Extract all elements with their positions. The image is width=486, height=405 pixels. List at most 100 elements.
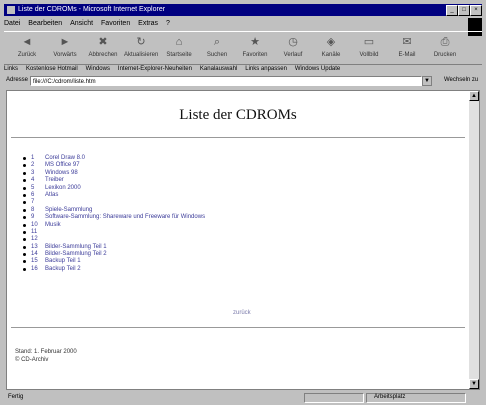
address-label: Adresse xyxy=(6,77,29,83)
list-item: 14 Bilder-Sammlung Teil 2 xyxy=(23,251,205,258)
list-item: 6 Atlas xyxy=(23,192,205,199)
menu-tools[interactable]: Extras xyxy=(138,18,158,30)
bullet-icon xyxy=(23,223,26,227)
bullet-icon xyxy=(23,260,26,264)
refresh-button[interactable]: ↻ Aktualisieren xyxy=(124,34,158,62)
list-item-link[interactable]: Corel Draw 8.0 xyxy=(45,155,85,161)
list-item-link[interactable]: Backup Teil 2 xyxy=(45,266,81,272)
bullet-icon xyxy=(23,179,26,183)
links-bar: Links Kostenlose Hotmail Windows Interne… xyxy=(4,64,482,74)
list-item: 8 Spiele-Sammlung xyxy=(23,207,205,214)
fullscreen-button[interactable]: ▭ Vollbild xyxy=(352,34,386,62)
bullet-icon xyxy=(23,238,26,242)
menu-file[interactable]: Datei xyxy=(4,18,20,30)
close-button[interactable]: × xyxy=(470,5,482,16)
status-bar: Fertig Arbeitsplatz xyxy=(4,393,482,403)
bullet-icon xyxy=(23,253,26,257)
page-content: ▲ ▼ Liste der CDROMs 1 Corel Draw 8.0 2 MS… xyxy=(6,90,480,390)
link-hotmail[interactable]: Kostenlose Hotmail xyxy=(26,64,78,74)
address-bar: Adresse file:///C:/cdrom/liste.htm ▼ Wec… xyxy=(4,75,482,88)
home-icon: ⌂ xyxy=(175,36,183,48)
list-item: 12 xyxy=(23,236,205,243)
menu-favorites[interactable]: Favoriten xyxy=(101,18,130,30)
title-bar[interactable]: Liste der CDROMs - Microsoft Internet Ex… xyxy=(4,4,482,16)
back-button[interactable]: ◄ Zurück xyxy=(10,34,44,62)
bullet-icon xyxy=(23,193,26,197)
zone-text: Arbeitsplatz xyxy=(374,394,406,400)
divider-bottom xyxy=(11,327,465,329)
divider-top xyxy=(11,137,465,139)
fullscreen-icon: ▭ xyxy=(363,36,375,48)
go-button[interactable]: Wechseln zu xyxy=(444,77,478,83)
bullet-icon xyxy=(23,157,26,160)
list-item-link[interactable]: Atlas xyxy=(45,192,58,198)
list-item-link[interactable]: Lexikon 2000 xyxy=(45,185,81,191)
window-title: Liste der CDROMs - Microsoft Internet Ex… xyxy=(18,6,166,13)
footer-date: Stand: 1. Februar 2000 xyxy=(15,349,77,355)
list-item: 5 Lexikon 2000 xyxy=(23,185,205,192)
mail-icon: ✉ xyxy=(402,36,412,48)
list-item-link[interactable]: Treiber xyxy=(45,177,64,183)
address-dropdown-icon[interactable]: ▼ xyxy=(422,76,432,86)
status-pane xyxy=(304,393,364,403)
channels-icon: ◈ xyxy=(326,36,336,48)
list-item-link[interactable]: Musik xyxy=(45,222,61,228)
menu-bar: Datei Bearbeiten Ansicht Favoriten Extra… xyxy=(4,18,464,30)
list-item: 4 Treiber xyxy=(23,177,205,184)
list-item-link[interactable]: Bilder-Sammlung Teil 1 xyxy=(45,244,107,250)
address-input[interactable]: file:///C:/cdrom/liste.htm xyxy=(30,76,422,86)
menu-edit[interactable]: Bearbeiten xyxy=(28,18,62,30)
list-item: 9 Software-Sammlung: Shareware und Freewa… xyxy=(23,214,205,221)
print-button[interactable]: ⎙ Drucken xyxy=(428,34,462,62)
minimize-button[interactable]: _ xyxy=(446,5,458,16)
bullet-icon xyxy=(23,267,26,271)
scroll-down-icon[interactable]: ▼ xyxy=(469,379,479,389)
link-windows-update[interactable]: Windows Update xyxy=(295,64,340,74)
list-item: 10 Musik xyxy=(23,222,205,229)
list-item-link[interactable]: Software-Sammlung: Shareware und Freewar… xyxy=(45,214,205,220)
link-customize[interactable]: Links anpassen xyxy=(245,64,287,74)
list-item-link[interactable]: Backup Teil 1 xyxy=(45,258,81,264)
forward-icon: ► xyxy=(59,36,71,48)
maximize-button[interactable]: □ xyxy=(458,5,470,16)
vertical-scrollbar[interactable] xyxy=(469,101,479,379)
list-item: 16 Backup Teil 2 xyxy=(23,266,205,273)
bullet-icon xyxy=(23,216,26,220)
list-item-link[interactable]: MS Office 97 xyxy=(45,162,80,168)
stop-button[interactable]: ✖ Abbrechen xyxy=(86,34,120,62)
list-item: 13 Bilder-Sammlung Teil 1 xyxy=(23,244,205,251)
search-button[interactable]: ⌕ Suchen xyxy=(200,34,234,62)
list-item: 3 Windows 98 xyxy=(23,170,205,177)
link-windows[interactable]: Windows xyxy=(86,64,110,74)
list-item-link[interactable]: Spiele-Sammlung xyxy=(45,207,92,213)
bullet-icon xyxy=(23,201,26,205)
list-item-link[interactable]: Bilder-Sammlung Teil 2 xyxy=(45,251,107,257)
menu-view[interactable]: Ansicht xyxy=(70,18,93,30)
list-item-link[interactable]: Windows 98 xyxy=(45,170,78,176)
stop-icon: ✖ xyxy=(98,36,108,48)
list-item: 7 xyxy=(23,199,205,206)
list-item: 1 Corel Draw 8.0 xyxy=(23,155,205,162)
favorites-button[interactable]: ★ Favoriten xyxy=(238,34,272,62)
bullet-icon xyxy=(23,171,26,175)
link-channel-guide[interactable]: Kanalauswahl xyxy=(200,64,237,74)
history-icon: ◷ xyxy=(288,36,298,48)
menu-help[interactable]: ? xyxy=(166,18,170,30)
history-button[interactable]: ◷ Verlauf xyxy=(276,34,310,62)
link-ie-news[interactable]: Internet-Explorer-Neuheiten xyxy=(118,64,192,74)
back-link[interactable]: zurück xyxy=(233,310,251,316)
mail-button[interactable]: ✉ E-Mail xyxy=(390,34,424,62)
list-item: 15 Backup Teil 1 xyxy=(23,258,205,265)
channels-button[interactable]: ◈ Kanäle xyxy=(314,34,348,62)
page-title: Liste der CDROMs xyxy=(179,107,297,123)
list-item: 2 MS Office 97 xyxy=(23,162,205,169)
browser-window: Liste der CDROMs - Microsoft Internet Ex… xyxy=(0,0,486,405)
home-button[interactable]: ⌂ Startseite xyxy=(162,34,196,62)
scroll-up-icon[interactable]: ▲ xyxy=(469,91,479,101)
ie-logo-icon xyxy=(7,6,15,14)
bullet-icon xyxy=(23,208,26,212)
toolbar: ◄ Zurück ► Vorwärts ✖ Abbrechen ↻ Aktualisie… xyxy=(4,31,482,65)
forward-button[interactable]: ► Vorwärts xyxy=(48,34,82,62)
cdrom-list: 1 Corel Draw 8.0 2 MS Office 97 3 Windows 9… xyxy=(23,155,205,273)
favorites-icon: ★ xyxy=(250,36,260,48)
